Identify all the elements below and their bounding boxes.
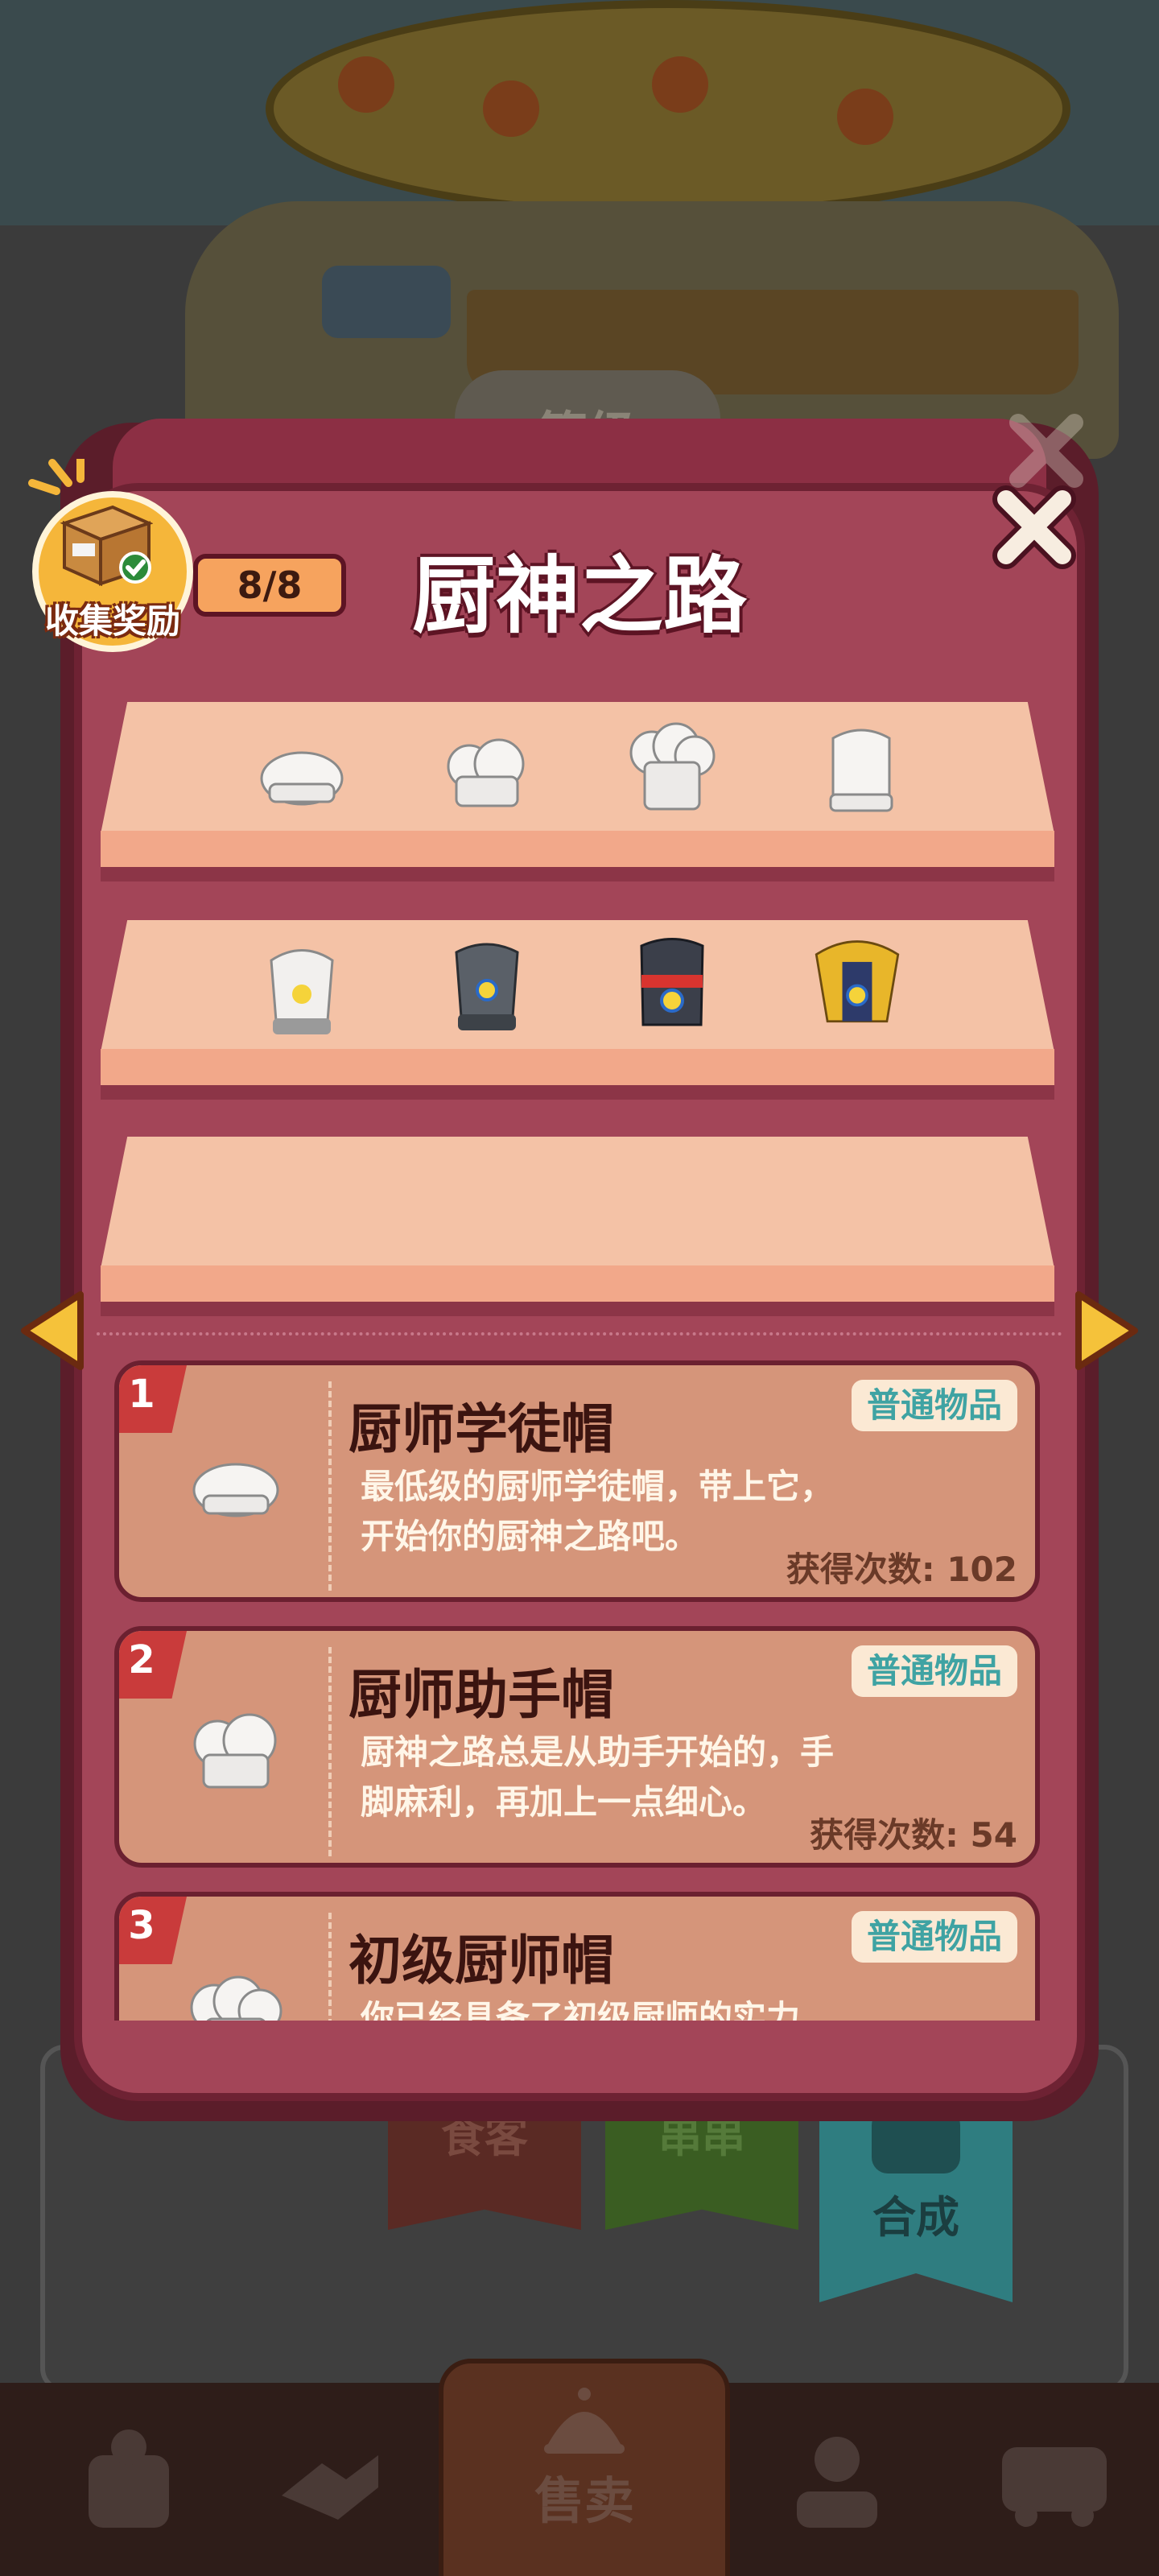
rarity-tag: 普通物品 <box>852 1380 1017 1431</box>
reward-label: 收集奖励 <box>44 601 180 641</box>
cardboard-box-icon <box>60 505 153 587</box>
item-name: 初级厨师帽 <box>349 1930 614 1992</box>
shelf-row-1 <box>101 702 1054 881</box>
item-rank: 3 <box>128 1903 155 1948</box>
card-divider <box>328 1647 332 1856</box>
item-description-line: 最低级的厨师学徒帽，带上它， <box>361 1467 835 1506</box>
apprentice-hat-icon <box>192 1463 279 1517</box>
nav-sell-label: 售卖 <box>534 2471 634 2530</box>
section-divider <box>97 1332 1062 1335</box>
item-rank: 2 <box>128 1637 155 1682</box>
assistant-hat-icon[interactable] <box>439 730 535 827</box>
senior-hat-icon[interactable] <box>813 722 909 819</box>
item-rank: 1 <box>128 1372 155 1417</box>
card-divider <box>328 1381 332 1591</box>
surfboard-decoration <box>266 0 1070 217</box>
item-rank-badge: 2 <box>119 1631 187 1699</box>
flower-hat-gray-icon[interactable] <box>439 940 535 1037</box>
rarity-tag: 普通物品 <box>852 1645 1017 1697</box>
card-divider <box>328 1913 332 2021</box>
nav-sell-button[interactable]: 售卖 <box>439 2359 730 2576</box>
junior-hat-icon <box>190 1975 283 2021</box>
nav-bus-icon[interactable] <box>990 2415 1119 2544</box>
collection-reward-button[interactable]: 收集奖励 <box>24 459 201 668</box>
item-rank-badge: 1 <box>119 1365 187 1433</box>
apprentice-hat-icon[interactable] <box>254 734 350 831</box>
service-bell-icon <box>544 2388 625 2454</box>
nav-handshake-icon[interactable] <box>266 2415 394 2544</box>
flower-hat-dark-icon[interactable] <box>624 936 720 1033</box>
collection-progress: 8/8 <box>193 554 346 617</box>
nav-profile-icon[interactable] <box>773 2415 901 2544</box>
next-page-arrow-icon[interactable] <box>1070 1286 1143 1375</box>
item-name: 厨师学徒帽 <box>349 1398 614 1460</box>
item-description: 厨神之路总是从助手开始的，手 脚麻利，再加上一点细心。 <box>361 1728 884 1827</box>
list-item[interactable]: 1 厨师学徒帽 普通物品 最低级的厨师学徒帽，带上它， 开始你的厨神之路吧。 获… <box>114 1360 1040 1602</box>
obtain-count: 获得次数: 102 <box>786 1550 1017 1589</box>
dialog-title: 厨神之路 <box>411 547 747 645</box>
list-item[interactable]: 2 厨师助手帽 普通物品 厨神之路总是从助手开始的，手 脚麻利，再加上一点细心。… <box>114 1626 1040 1868</box>
item-description: 你已经具备了初级厨师的实力 <box>361 1993 884 2021</box>
nav-chef-bag-icon[interactable] <box>64 2415 193 2544</box>
rarity-tag: 普通物品 <box>852 1911 1017 1963</box>
flower-hat-white-icon[interactable] <box>254 944 350 1041</box>
list-item[interactable]: 3 初级厨师帽 普通物品 你已经具备了初级厨师的实力 <box>114 1892 1040 2021</box>
item-description-line: 厨神之路总是从助手开始的，手 <box>361 1732 835 1772</box>
item-rank-badge: 3 <box>119 1897 187 1964</box>
shelf-row-3 <box>101 1137 1054 1316</box>
item-list[interactable]: 1 厨师学徒帽 普通物品 最低级的厨师学徒帽，带上它， 开始你的厨神之路吧。 获… <box>114 1360 1040 2021</box>
assistant-hat-icon <box>193 1713 277 1789</box>
item-name: 厨师助手帽 <box>349 1664 614 1726</box>
truck-window <box>322 266 451 338</box>
junior-hat-icon[interactable] <box>624 722 720 819</box>
ribbon-merge-label: 合成 <box>872 2192 959 2243</box>
shelf-row-2 <box>101 920 1054 1100</box>
previous-page-arrow-icon[interactable] <box>16 1286 89 1375</box>
item-description-line: 脚麻利，再加上一点细心。 <box>361 1782 767 1822</box>
flower-hat-gold-icon[interactable] <box>809 932 905 1029</box>
obtain-count: 获得次数: 54 <box>810 1815 1017 1855</box>
item-description-line: 你已经具备了初级厨师的实力 <box>361 1998 801 2021</box>
close-button[interactable] <box>986 479 1083 576</box>
